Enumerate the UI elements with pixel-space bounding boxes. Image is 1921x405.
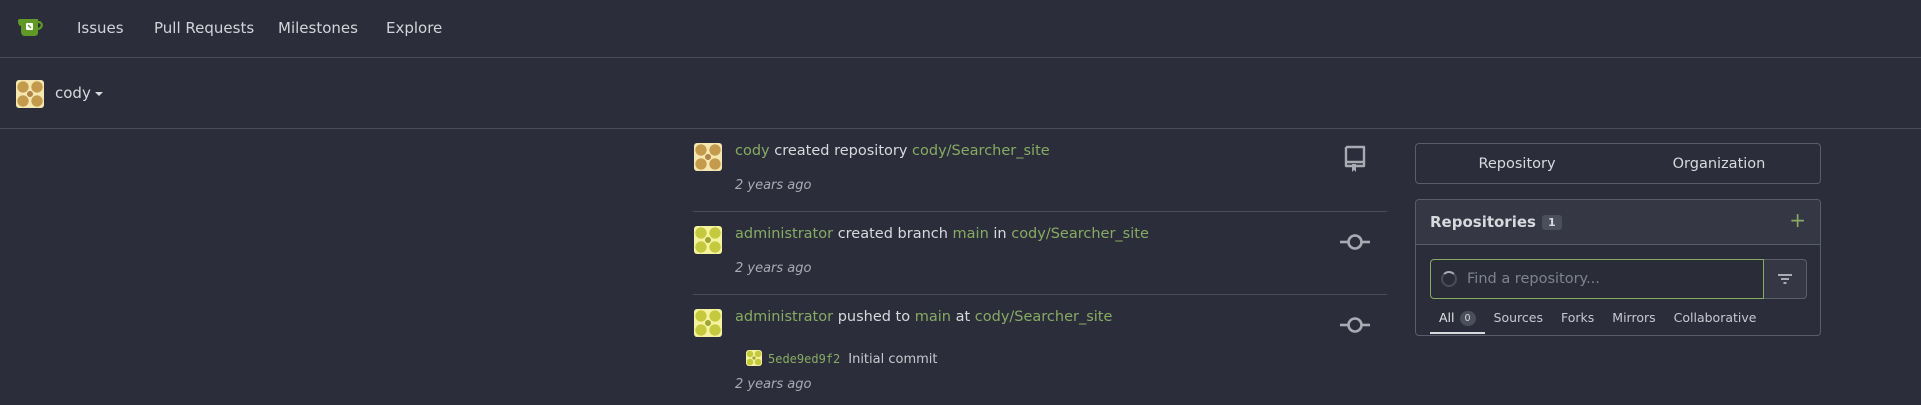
repositories-panel: Repositories 1 + All 0 Sources Forks Mirro… — [1415, 199, 1821, 336]
nav-milestones[interactable]: Milestones — [278, 19, 358, 37]
feed-preposition: at — [955, 309, 971, 325]
commit-sha-link[interactable]: 5ede9ed9f2 — [768, 352, 840, 366]
feed-actor-link[interactable]: administrator — [735, 309, 833, 325]
context-user-switcher[interactable]: cody — [55, 84, 103, 102]
add-repository-button[interactable]: + — [1789, 208, 1806, 232]
nav-explore[interactable]: Explore — [386, 19, 442, 37]
git-commit-icon — [1340, 234, 1370, 250]
tab-repository[interactable]: Repository — [1416, 144, 1618, 183]
avatar[interactable] — [694, 309, 722, 337]
top-navbar: Issues Pull Requests Milestones Explore — [0, 0, 1921, 58]
repository-filter-tabs: All 0 Sources Forks Mirrors Collaborative — [1430, 306, 1765, 334]
feed-action: created branch — [837, 226, 948, 242]
tab-collaborative[interactable]: Collaborative — [1665, 306, 1766, 334]
feed-branch-link[interactable]: main — [915, 309, 951, 325]
feed-time: 2 years ago — [735, 178, 812, 193]
feed-action: pushed to — [837, 309, 911, 325]
tab-all[interactable]: All 0 — [1430, 306, 1485, 334]
feed-repo-link[interactable]: cody/Searcher_site — [975, 309, 1113, 325]
feed-item: administrator pushed to main at cody/Sea… — [693, 295, 1387, 405]
repositories-title: Repositories 1 — [1430, 213, 1562, 231]
tab-all-count: 0 — [1459, 311, 1476, 326]
feed-actor-link[interactable]: cody — [735, 143, 770, 159]
tab-sources[interactable]: Sources — [1485, 306, 1552, 334]
dashboard-switcher: Repository Organization — [1415, 143, 1821, 184]
feed-item: administrator created branch main in cod… — [693, 212, 1387, 295]
feed-item-text: cody created repository cody/Searcher_si… — [735, 143, 1050, 159]
avatar — [16, 80, 44, 108]
context-username: cody — [55, 84, 91, 102]
repo-icon — [1344, 145, 1366, 172]
gitea-logo-icon[interactable] — [16, 16, 46, 38]
feed-actor-link[interactable]: administrator — [735, 226, 833, 242]
feed-preposition: in — [993, 226, 1007, 242]
filter-icon — [1778, 274, 1792, 284]
tab-mirrors[interactable]: Mirrors — [1603, 306, 1664, 334]
filter-button[interactable] — [1764, 259, 1807, 299]
activity-feed: cody created repository cody/Searcher_si… — [693, 129, 1387, 405]
avatar — [746, 350, 762, 366]
repositories-title-label: Repositories — [1430, 213, 1536, 231]
caret-down-icon — [94, 91, 103, 96]
feed-time: 2 years ago — [735, 377, 812, 392]
loading-spinner-icon — [1441, 271, 1457, 287]
feed-item-text: administrator pushed to main at cody/Sea… — [735, 309, 1112, 325]
feed-branch-link[interactable]: main — [953, 226, 989, 242]
nav-issues[interactable]: Issues — [77, 19, 124, 37]
repositories-header: Repositories 1 + — [1416, 200, 1820, 245]
tab-organization[interactable]: Organization — [1618, 144, 1820, 183]
feed-item-text: administrator created branch main in cod… — [735, 226, 1149, 242]
tab-forks[interactable]: Forks — [1552, 306, 1603, 334]
commit-message: Initial commit — [848, 352, 938, 367]
feed-repo-link[interactable]: cody/Searcher_site — [912, 143, 1050, 159]
feed-action: created repository — [774, 143, 908, 159]
repository-search-box — [1430, 259, 1764, 299]
git-commit-icon — [1340, 317, 1370, 333]
context-user-bar: cody — [0, 58, 1921, 129]
commit-line: 5ede9ed9f2 Initial commit — [746, 350, 938, 367]
repository-search-input[interactable] — [1467, 268, 1757, 290]
feed-repo-link[interactable]: cody/Searcher_site — [1011, 226, 1149, 242]
repositories-count-badge: 1 — [1541, 215, 1562, 230]
avatar[interactable] — [694, 143, 722, 171]
avatar[interactable] — [694, 226, 722, 254]
feed-item: cody created repository cody/Searcher_si… — [693, 129, 1387, 212]
nav-pull-requests[interactable]: Pull Requests — [154, 19, 254, 37]
tab-all-label: All — [1439, 310, 1455, 325]
feed-time: 2 years ago — [735, 261, 812, 276]
